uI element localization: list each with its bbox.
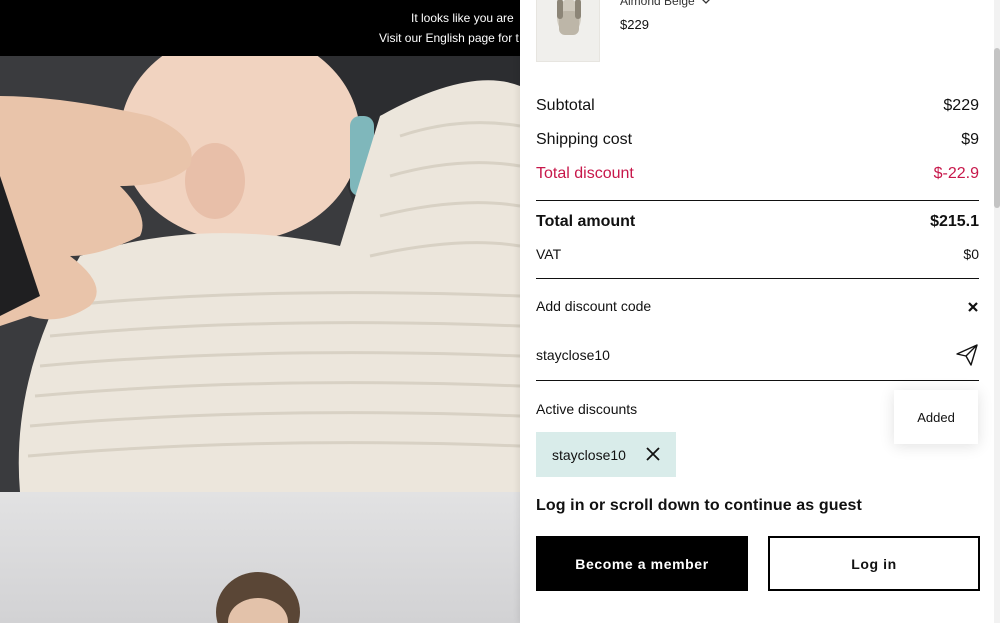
divider — [536, 200, 979, 201]
hero-image-baby-carrier — [0, 56, 520, 492]
subtotal-row: Subtotal $229 — [536, 97, 979, 115]
shipping-label: Shipping cost — [536, 131, 633, 148]
background-page: It looks like you are Visit our English … — [0, 0, 520, 623]
variant-selector[interactable]: Almond Beige — [620, 0, 711, 8]
discount-code-input[interactable] — [536, 340, 941, 370]
subtotal-label: Subtotal — [536, 97, 595, 114]
variant-label: Almond Beige — [620, 0, 695, 8]
total-row: Total amount $215.1 — [536, 213, 979, 231]
discount-chip-label: stayclose10 — [552, 446, 626, 463]
product-price: $229 — [620, 17, 649, 32]
vat-value: $0 — [963, 246, 979, 262]
login-button[interactable]: Log in — [768, 536, 980, 591]
active-discounts-label: Active discounts — [536, 401, 638, 417]
scrollbar-thumb[interactable] — [994, 48, 1000, 208]
banner-line-2: Visit our English page for t — [379, 31, 519, 45]
discount-label: Total discount — [536, 165, 634, 182]
discount-code-label[interactable]: Add discount code — [536, 298, 651, 314]
close-icon[interactable] — [966, 300, 980, 314]
product-image[interactable] — [536, 0, 600, 62]
guest-checkout-message: Log in or scroll down to continue as gue… — [536, 497, 862, 514]
paper-plane-icon[interactable] — [955, 343, 979, 367]
divider — [536, 278, 979, 279]
scrollbar[interactable] — [994, 0, 1000, 623]
discount-row: Total discount $-22.9 — [536, 165, 979, 183]
subtotal-value: $229 — [943, 97, 979, 114]
divider — [536, 380, 979, 381]
become-member-button[interactable]: Become a member — [536, 536, 748, 591]
language-banner: It looks like you are Visit our English … — [0, 0, 520, 56]
banner-line-1: It looks like you are — [411, 11, 514, 25]
cart-drawer: Almond Beige $229 Subtotal $229 Shipping… — [520, 0, 1000, 623]
added-toast: Added — [894, 390, 978, 444]
chevron-down-icon — [702, 0, 710, 4]
shipping-row: Shipping cost $9 — [536, 131, 979, 149]
vat-label: VAT — [536, 246, 562, 262]
remove-discount-icon[interactable] — [646, 447, 660, 461]
discount-chip: stayclose10 — [536, 432, 676, 477]
model-image — [0, 492, 520, 623]
total-value: $215.1 — [930, 213, 979, 230]
shipping-value: $9 — [961, 131, 979, 148]
total-label: Total amount — [536, 213, 636, 230]
discount-value: $-22.9 — [933, 165, 979, 182]
vat-row: VAT $0 — [536, 246, 979, 262]
